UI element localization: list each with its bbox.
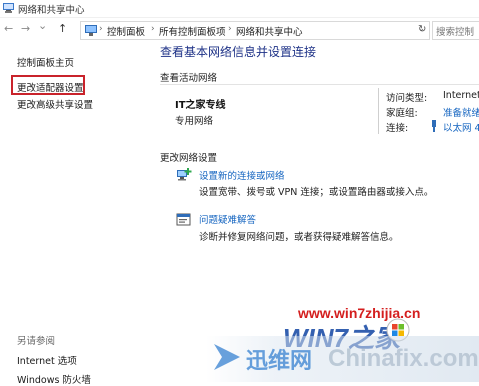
forward-button[interactable]: → [21,22,30,36]
homegroup-link[interactable]: 准备就绪 [443,105,479,119]
breadcrumb-separator: › [99,24,103,34]
sidebar-item-home[interactable]: 控制面板主页 [17,55,74,69]
up-button[interactable]: ↑ [58,22,67,36]
network-name: IT之家专线 [175,100,226,111]
brand-logo-icon [214,344,240,370]
active-networks-title: 查看活动网络 [160,73,218,84]
recent-locations-button[interactable]: ⌄ [38,19,47,33]
change-settings-title: 更改网络设置 [160,153,218,164]
network-type-link[interactable]: 专用网络 [175,113,213,127]
divider [160,84,479,85]
back-button[interactable]: ← [4,22,13,36]
refresh-icon[interactable]: ↻ [418,24,426,35]
divider [378,88,379,134]
watermark-brand-en: Chinafix.com [328,345,479,372]
breadcrumb-separator: › [151,24,155,34]
sidebar-item-firewall[interactable]: Windows 防火墙 [17,372,91,386]
title-bar: 网络和共享中心 [0,0,479,18]
troubleshoot-icon [176,213,191,226]
search-placeholder: 搜索控制 [436,27,475,38]
homegroup-label: 家庭组: [386,108,418,119]
window-title: 网络和共享中心 [18,5,85,16]
watermark-brand-cn: 迅维网 [246,349,313,374]
page-title: 查看基本网络信息并设置连接 [160,45,317,59]
breadcrumb-all-items[interactable]: 所有控制面板项 [159,24,226,38]
troubleshoot-link[interactable]: 问题疑难解答 [199,212,256,226]
setup-connection-description: 设置宽带、拨号或 VPN 连接；或设置路由器或接入点。 [199,187,434,198]
address-bar[interactable]: › 控制面板 › 所有控制面板项 › 网络和共享中心 ⌄ [80,21,430,40]
sidebar-item-internet-options[interactable]: Internet 选项 [17,353,77,367]
network-center-icon [3,3,14,13]
search-box[interactable]: 搜索控制 [432,21,479,40]
control-panel-icon [85,25,97,36]
access-type-value: Internet [443,90,479,101]
sidebar-item-adapter-settings[interactable]: 更改适配器设置 [17,80,84,94]
connection-link[interactable]: 以太网 4 [443,120,479,134]
connection-label: 连接: [386,123,409,134]
sidebar-item-advanced-sharing[interactable]: 更改高级共享设置 [17,97,93,111]
breadcrumb-control-panel[interactable]: 控制面板 [107,24,145,38]
troubleshoot-description: 诊断并修复网络问题，或者获得疑难解答信息。 [199,232,399,243]
navigation-bar: ← → ⌄ ↑ › 控制面板 › 所有控制面板项 › 网络和共享中心 ⌄ ↻ 搜… [0,18,479,42]
access-type-label: 访问类型: [386,93,428,104]
breadcrumb-separator: › [228,24,232,34]
setup-connection-link[interactable]: 设置新的连接或网络 [199,168,285,182]
breadcrumb-network-center[interactable]: 网络和共享中心 [236,24,303,38]
network-setup-icon [177,168,192,181]
ethernet-icon [432,120,436,132]
see-also-title: 另请参阅 [17,336,56,347]
